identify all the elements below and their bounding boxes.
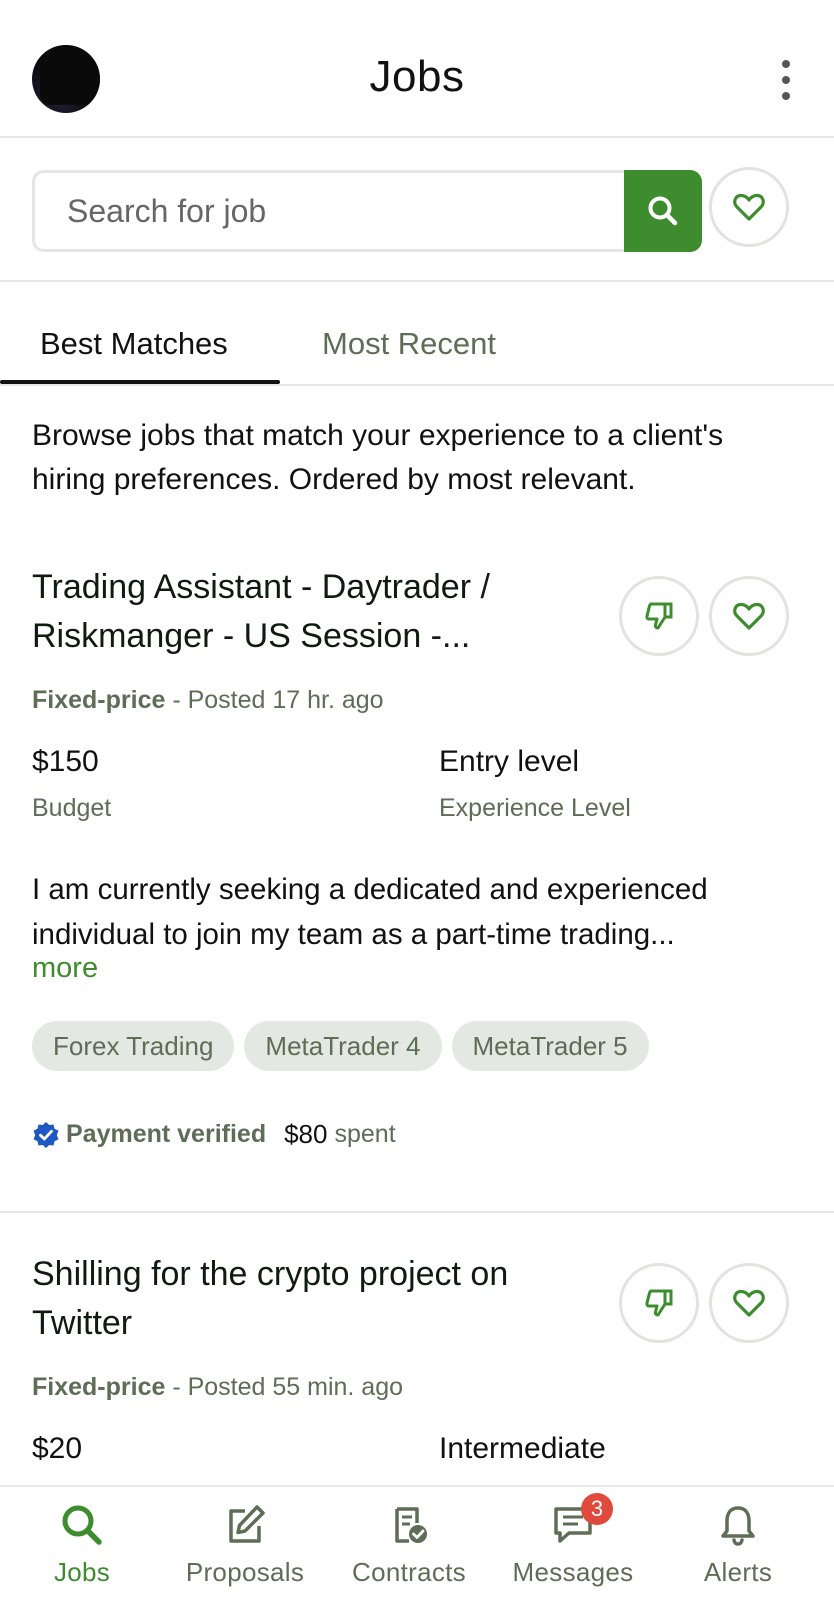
heart-icon bbox=[733, 1289, 765, 1317]
experience-label: Experience Level bbox=[439, 794, 631, 822]
search-icon bbox=[62, 1505, 102, 1545]
job-title[interactable]: Trading Assistant - Daytrader / Riskmang… bbox=[32, 563, 602, 661]
unread-count-badge: 3 bbox=[581, 1493, 613, 1525]
saved-jobs-button[interactable] bbox=[709, 167, 789, 247]
heart-icon bbox=[733, 602, 765, 630]
tab-most-recent[interactable]: Most Recent bbox=[322, 326, 496, 362]
nav-label: Contracts bbox=[352, 1557, 466, 1587]
job-divider bbox=[0, 1211, 834, 1213]
page-title: Jobs bbox=[369, 52, 465, 101]
edit-icon bbox=[229, 1505, 265, 1543]
skill-tag[interactable]: MetaTrader 5 bbox=[451, 1021, 649, 1071]
more-options-icon[interactable] bbox=[774, 60, 798, 100]
nav-jobs[interactable]: Jobs bbox=[38, 1487, 126, 1599]
experience-value: Entry level bbox=[439, 745, 580, 778]
heart-icon bbox=[733, 193, 765, 221]
job-meta: Fixed-price - Posted 55 min. ago bbox=[32, 1373, 403, 1402]
feed-tabs: Best Matches Most Recent bbox=[0, 322, 834, 386]
nav-label: Alerts bbox=[703, 1557, 773, 1587]
client-spent-label: spent bbox=[334, 1120, 396, 1148]
search-input[interactable] bbox=[35, 173, 625, 249]
app-header: Jobs bbox=[0, 0, 834, 138]
search-button[interactable] bbox=[624, 170, 702, 252]
bottom-nav: Jobs Proposals Contracts 3 Messages Aler… bbox=[0, 1485, 834, 1599]
experience-value: Intermediate bbox=[439, 1432, 606, 1465]
bell-icon bbox=[721, 1506, 755, 1546]
search-bar bbox=[0, 140, 834, 282]
tab-best-matches[interactable]: Best Matches bbox=[40, 326, 228, 362]
skill-tags: Forex Trading MetaTrader 4 MetaTrader 5 bbox=[32, 1021, 649, 1071]
posted-time: - Posted 55 min. ago bbox=[165, 1373, 404, 1401]
budget-label: Budget bbox=[32, 794, 112, 822]
thumbs-down-icon bbox=[645, 602, 673, 630]
save-job-button[interactable] bbox=[709, 1263, 789, 1343]
active-tab-indicator bbox=[0, 380, 280, 384]
contract-icon bbox=[395, 1507, 427, 1543]
nav-proposals[interactable]: Proposals bbox=[180, 1487, 310, 1599]
skill-tag[interactable]: Forex Trading bbox=[32, 1021, 235, 1071]
job-card[interactable]: Shilling for the crypto project on Twitt… bbox=[0, 1250, 834, 1490]
job-title[interactable]: Shilling for the crypto project on Twitt… bbox=[32, 1250, 602, 1348]
dislike-job-button[interactable] bbox=[619, 1263, 699, 1343]
nav-contracts[interactable]: Contracts bbox=[344, 1487, 474, 1599]
job-meta: Fixed-price - Posted 17 hr. ago bbox=[32, 686, 384, 715]
nav-label: Proposals bbox=[185, 1557, 305, 1587]
skill-tag[interactable]: MetaTrader 4 bbox=[244, 1021, 442, 1071]
nav-label: Messages bbox=[512, 1557, 634, 1587]
client-info: Payment verified $80 spent bbox=[32, 1119, 396, 1150]
posted-time: - Posted 17 hr. ago bbox=[165, 686, 384, 714]
dislike-job-button[interactable] bbox=[619, 576, 699, 656]
verified-badge-icon bbox=[33, 1121, 59, 1148]
nav-alerts[interactable]: Alerts bbox=[688, 1487, 788, 1599]
search-icon bbox=[648, 196, 678, 226]
budget-value: $20 bbox=[32, 1432, 83, 1465]
job-card[interactable]: Trading Assistant - Daytrader / Riskmang… bbox=[0, 563, 834, 1213]
nav-messages[interactable]: 3 Messages bbox=[508, 1487, 638, 1599]
nav-label: Jobs bbox=[53, 1557, 111, 1587]
save-job-button[interactable] bbox=[709, 576, 789, 656]
search-field bbox=[32, 170, 702, 252]
more-link[interactable]: more bbox=[32, 952, 98, 985]
budget-value: $150 bbox=[32, 745, 99, 778]
thumbs-down-icon bbox=[645, 1289, 673, 1317]
payment-verified-label: Payment verified bbox=[66, 1120, 267, 1148]
job-description: I am currently seeking a dedicated and e… bbox=[32, 873, 708, 951]
feed-description: Browse jobs that match your experience t… bbox=[32, 419, 724, 496]
client-spent-amount: $80 bbox=[284, 1119, 328, 1149]
pricing-type: Fixed-price bbox=[32, 1373, 166, 1401]
pricing-type: Fixed-price bbox=[32, 686, 166, 714]
